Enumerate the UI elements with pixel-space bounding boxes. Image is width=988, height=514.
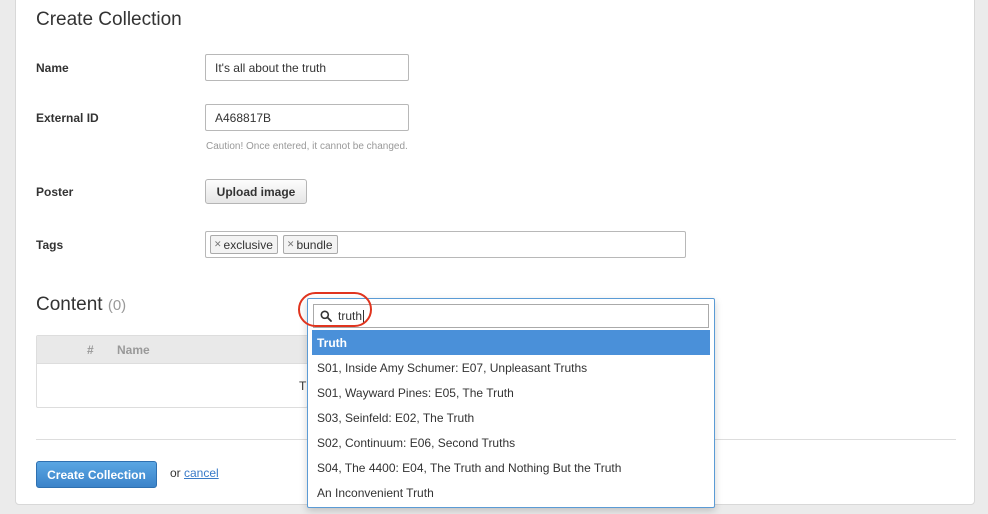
external-id-hint: Caution! Once entered, it cannot be chan… [206,141,408,152]
poster-label: Poster [36,185,74,199]
search-result-item[interactable]: S04, The 4400: E04, The Truth and Nothin… [312,455,710,480]
table-header: # Name [37,336,307,364]
or-text: or [170,466,181,480]
name-label: Name [36,61,69,75]
name-field[interactable]: It's all about the truth [205,54,409,81]
cancel-link[interactable]: cancel [184,466,219,480]
tag-label: bundle [296,237,333,252]
search-result-item[interactable]: S01, Wayward Pines: E05, The Truth [312,380,710,405]
search-result-item[interactable]: S02, Continuum: E06, Second Truths [312,430,710,455]
tag-label: exclusive [223,237,273,252]
remove-tag-icon[interactable]: ✕ [214,239,222,250]
content-search-input[interactable]: truth [313,304,709,328]
search-results: Truth S01, Inside Amy Schumer: E07, Unpl… [312,330,710,505]
search-result-item[interactable]: An Inconvenient Truth [312,480,710,505]
column-name: Name [117,343,150,357]
page-title: Create Collection [36,9,182,30]
external-id-field[interactable]: A468817B [205,104,409,131]
upload-image-button[interactable]: Upload image [205,179,307,204]
tag-chip: ✕ bundle [282,235,338,254]
tag-chip: ✕ exclusive [210,235,278,254]
content-table: # Name Th [36,335,308,408]
search-result-item[interactable]: S01, Inside Amy Schumer: E07, Unpleasant… [312,355,710,380]
content-heading: Content (0) [36,294,126,316]
search-icon [320,310,332,322]
column-number: # [87,343,94,357]
remove-tag-icon[interactable]: ✕ [287,239,295,250]
search-result-item[interactable]: S03, Seinfeld: E02, The Truth [312,405,710,430]
content-search-dropdown: truth Truth S01, Inside Amy Schumer: E07… [307,298,715,508]
tags-label: Tags [36,238,64,252]
search-query: truth [338,309,363,323]
content-count: (0) [107,297,127,314]
external-id-label: External ID [36,111,99,125]
text-cursor [363,309,365,323]
search-result-item[interactable]: Truth [312,330,710,355]
content-title: Content [36,294,103,315]
create-collection-button[interactable]: Create Collection [36,461,157,488]
tags-field[interactable]: ✕ exclusive ✕ bundle [205,231,686,258]
